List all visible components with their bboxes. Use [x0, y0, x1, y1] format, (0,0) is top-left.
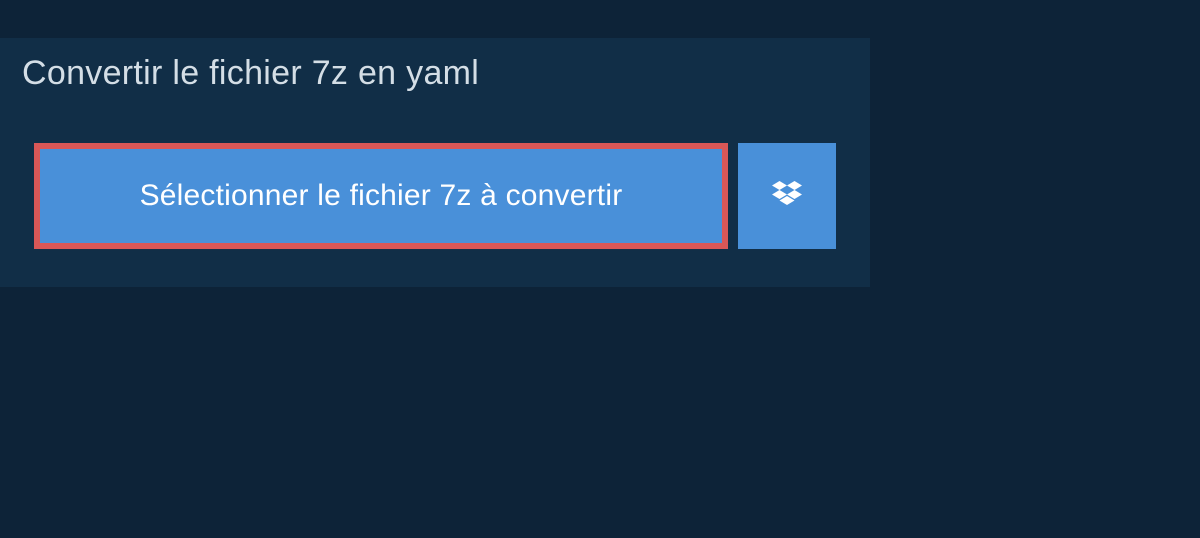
select-file-button[interactable]: Sélectionner le fichier 7z à convertir [34, 143, 728, 249]
select-file-label: Sélectionner le fichier 7z à convertir [140, 179, 623, 213]
converter-panel: Convertir le fichier 7z en yaml Sélectio… [0, 38, 870, 287]
dropbox-icon [769, 178, 805, 214]
tab-header: Convertir le fichier 7z en yaml [0, 38, 505, 109]
page-title: Convertir le fichier 7z en yaml [22, 54, 479, 92]
dropbox-button[interactable] [738, 143, 836, 249]
button-row: Sélectionner le fichier 7z à convertir [0, 109, 870, 287]
